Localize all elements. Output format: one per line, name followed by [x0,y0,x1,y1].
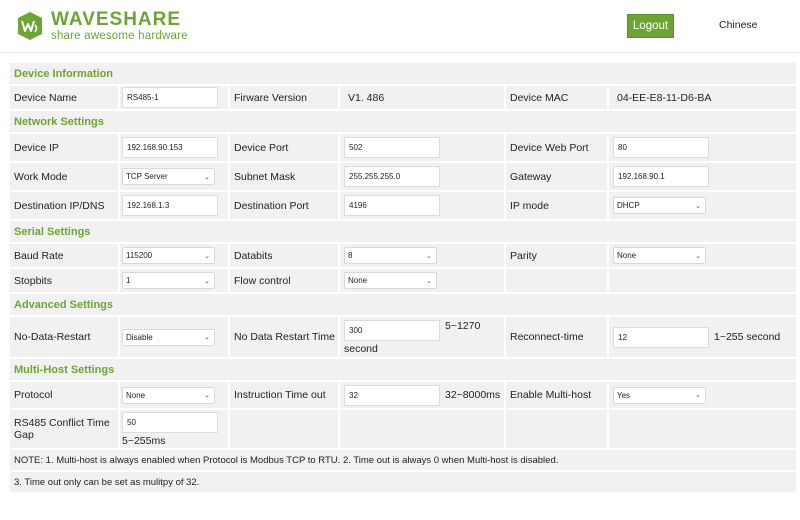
section-device-information: Device Information [10,63,796,86]
chevron-down-icon: ⌄ [204,277,210,285]
work-mode-select[interactable]: TCP Server ⌄ [122,168,215,185]
reconnect-input[interactable] [613,326,709,348]
row-device-name: Device Name Firware Version V1. 486 Devi… [10,86,796,111]
subnet-input[interactable] [344,166,440,187]
logo-mark-icon [18,12,42,40]
flow-select[interactable]: None ⌄ [344,272,437,289]
dest-ip-input[interactable] [122,195,218,216]
dest-port-label: Destination Port [230,192,340,219]
chevron-down-icon: ⌄ [204,334,210,341]
settings-form: Device Information Device Name Firware V… [10,63,796,494]
chevron-down-icon: ⌄ [204,173,210,181]
ip-mode-select[interactable]: DHCP ⌄ [613,197,706,214]
enable-multihost-select[interactable]: Yes ⌄ [613,386,706,404]
header-divider [0,52,800,53]
parity-label: Parity [506,244,609,267]
ndr-time-label: No Data Restart Time [230,317,340,357]
reconnect-range: 1~255 second [714,331,781,343]
row-conflict-gap: RS485 Conflict Time Gap 5~255ms [10,410,796,450]
web-port-input[interactable] [613,137,709,158]
row-protocol: Protocol None⌄ Instruction Time out 32~8… [10,382,796,410]
device-ip-input[interactable] [122,137,218,158]
gateway-input[interactable] [613,166,709,187]
chevron-down-icon: ⌄ [695,252,701,260]
gateway-label: Gateway [506,163,609,190]
chevron-down-icon: ⌄ [695,202,701,210]
ip-mode-label: IP mode [506,192,609,219]
ndr-time-input[interactable] [344,319,440,341]
chevron-down-icon: ⌄ [695,392,701,399]
note-line-1: NOTE: 1. Multi-host is always enabled wh… [10,450,796,472]
stopbits-select[interactable]: 1 ⌄ [122,272,215,289]
subnet-label: Subnet Mask [230,163,340,190]
chevron-down-icon: ⌄ [426,252,432,260]
enable-label: Enable Multi-host [506,382,609,408]
logout-button[interactable]: Logout [627,14,674,38]
device-ip-label: Device IP [10,134,120,161]
section-serial-settings: Serial Settings [10,221,796,244]
row-no-data-restart: No-Data-Restart Disable ⌄ No Data Restart… [10,317,796,359]
section-network-settings: Network Settings [10,111,796,134]
conflict-input[interactable] [122,411,218,433]
device-name-input[interactable] [122,87,218,108]
timeout-input[interactable] [344,384,440,406]
row-device-ip: Device IP Device Port Device Web Port [10,134,796,163]
brand-name: WAVESHARE [51,9,182,30]
row-stopbits: Stopbits 1 ⌄ Flow control None ⌄ [10,269,796,294]
reconnect-label: Reconnect-time [506,317,609,357]
conflict-range: 5~255ms [122,434,166,447]
dest-port-input[interactable] [344,195,440,216]
firmware-value: V1. 486 [340,86,506,109]
databits-select[interactable]: 8 ⌄ [344,247,437,264]
mac-label: Device MAC [506,86,609,109]
work-mode-label: Work Mode [10,163,120,190]
brand-tagline: share awesome hardware [51,30,188,42]
chevron-down-icon: ⌄ [204,252,210,260]
section-multihost-settings: Multi-Host Settings [10,359,796,382]
row-baud: Baud Rate 115200 ⌄ Databits 8 ⌄ Parity Non… [10,244,796,269]
waveshare-logo: WAVESHARE share awesome hardware [14,8,189,44]
stopbits-label: Stopbits [10,269,120,292]
timeout-label: Instruction Time out [230,382,340,408]
chevron-down-icon: ⌄ [204,392,210,399]
baud-select[interactable]: 115200 ⌄ [122,247,215,264]
conflict-label: RS485 Conflict Time Gap [10,410,120,448]
protocol-label: Protocol [10,382,120,408]
flow-label: Flow control [230,269,340,292]
dest-ip-label: Destination IP/DNS [10,192,120,219]
note-line-2: 3. Time out only can be set as mulitpy o… [10,472,796,494]
language-link[interactable]: Chinese [719,19,758,31]
ndr-time-range: 5~1270 [445,319,481,332]
protocol-select[interactable]: None ⌄ [122,386,215,404]
section-advanced-settings: Advanced Settings [10,294,796,317]
device-name-label: Device Name [10,86,120,109]
ndr-label: No-Data-Restart [10,317,120,357]
timeout-range: 32~8000ms [445,389,501,401]
web-port-label: Device Web Port [506,134,609,161]
ndr-time-unit: second [344,342,378,355]
chevron-down-icon: ⌄ [426,277,432,285]
device-port-input[interactable] [344,137,440,158]
device-port-label: Device Port [230,134,340,161]
databits-label: Databits [230,244,340,267]
parity-select[interactable]: None ⌄ [613,247,706,264]
row-work-mode: Work Mode TCP Server⌄ Subnet Mask Gatewa… [10,163,796,192]
firmware-label: Firware Version [230,86,340,109]
row-destination: Destination IP/DNS Destination Port IP m… [10,192,796,221]
baud-label: Baud Rate [10,244,120,267]
ndr-select[interactable]: Disable ⌄ [122,328,215,346]
mac-value: 04-EE-E8-11-D6-BA [609,86,796,109]
